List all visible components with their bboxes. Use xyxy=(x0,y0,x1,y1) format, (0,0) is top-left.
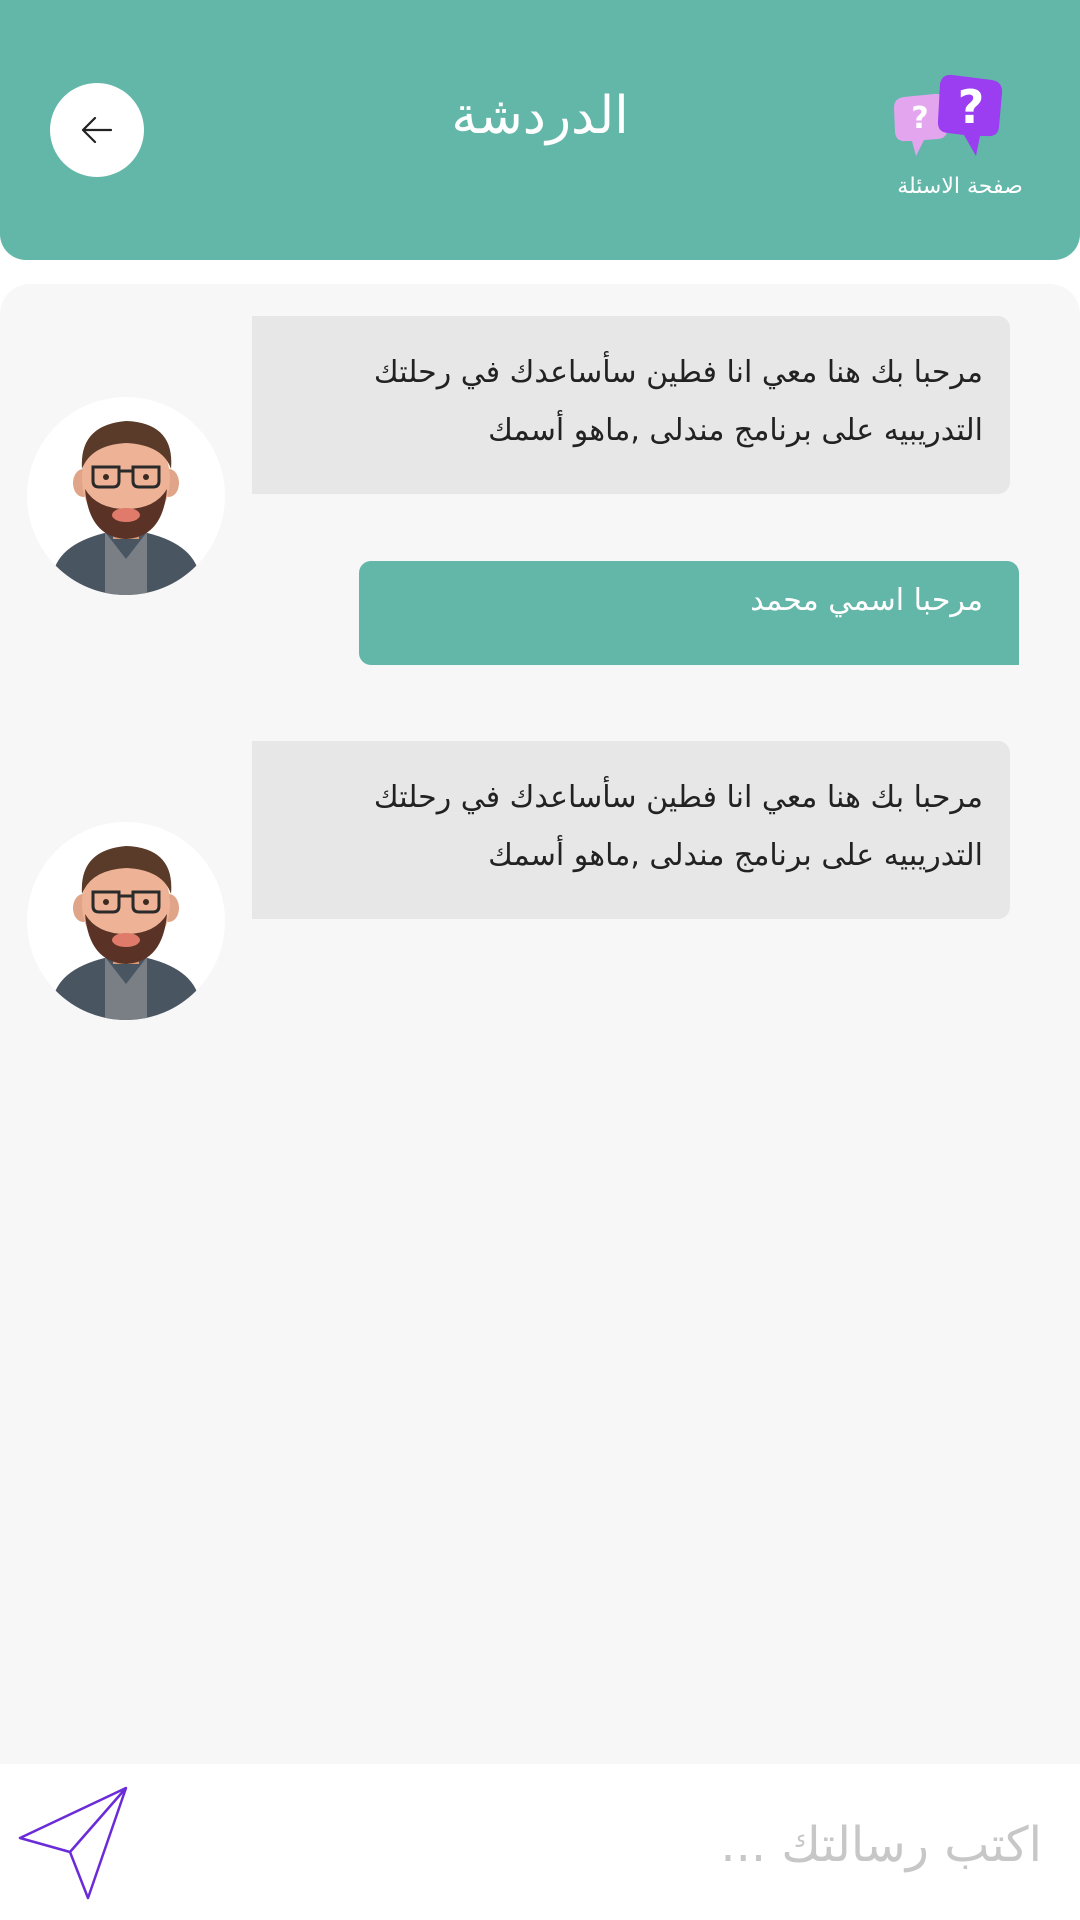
message-input-bar xyxy=(0,1764,1080,1920)
chat-area[interactable]: مرحبا بك هنا معي انا فطين سأساعدك في رحل… xyxy=(0,284,1080,1764)
bot-avatar-image xyxy=(55,846,197,1020)
svg-text:?: ? xyxy=(911,101,928,136)
bot-avatar-image xyxy=(55,421,197,595)
questions-page-link[interactable]: ? ? صفحة الاسئلة xyxy=(890,70,1030,210)
message-input[interactable] xyxy=(560,1804,1044,1886)
page-title: الدردشة xyxy=(451,86,629,146)
bot-avatar xyxy=(27,822,225,1020)
bot-message-bubble: مرحبا بك هنا معي انا فطين سأساعدك في رحل… xyxy=(252,316,1010,494)
app-header: الدردشة ? ? صفحة الاسئلة xyxy=(0,0,1080,260)
svg-text:?: ? xyxy=(958,80,985,134)
user-message-bubble: مرحبا اسمي محمد xyxy=(359,561,1019,665)
questions-label: صفحة الاسئلة xyxy=(897,174,1023,199)
arrow-left-icon xyxy=(81,116,113,144)
send-button[interactable] xyxy=(16,1786,130,1900)
back-button[interactable] xyxy=(50,83,144,177)
bot-avatar xyxy=(27,397,225,595)
bot-message-bubble: مرحبا بك هنا معي انا فطين سأساعدك في رحل… xyxy=(252,741,1010,919)
paper-plane-icon xyxy=(18,1786,128,1900)
question-bubbles-icon: ? ? xyxy=(894,74,1003,156)
